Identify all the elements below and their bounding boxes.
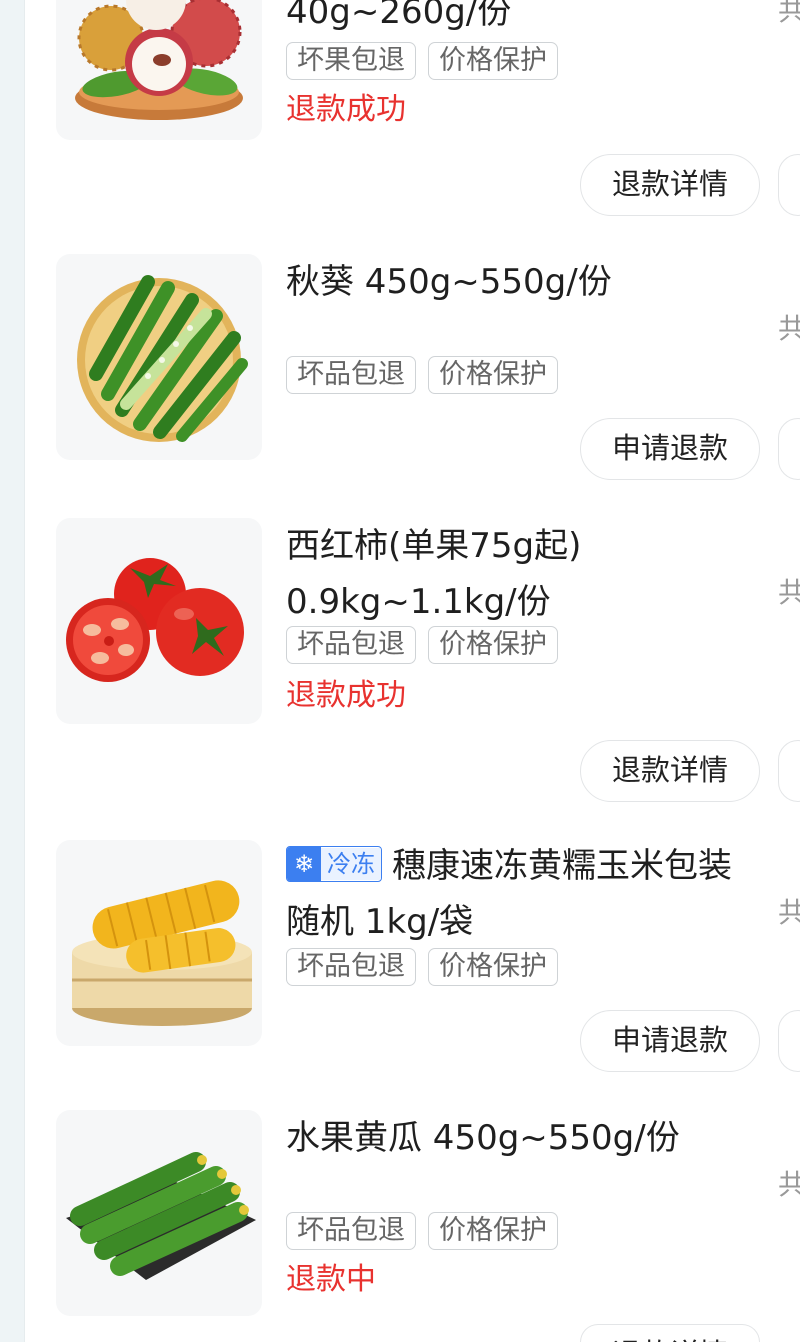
product-title: ❄ 冷冻 穗康速冻黄糯玉米包装随机 1kg/袋 [286, 838, 756, 950]
quantity-label: 共 [778, 576, 800, 609]
more-action-button[interactable] [778, 1010, 800, 1072]
frozen-label: 冷冻 [321, 847, 381, 880]
okra-image[interactable] [56, 254, 262, 460]
corn-image[interactable] [56, 840, 262, 1046]
tag-price-protection: 价格保护 [428, 626, 558, 664]
frozen-badge: ❄ 冷冻 [286, 845, 382, 882]
refund-details-button[interactable]: 退款详情 [580, 740, 760, 802]
tag-bad-product-refund: 坏品包退 [286, 1212, 416, 1250]
tag-price-protection: 价格保护 [428, 948, 558, 986]
more-action-button[interactable] [778, 740, 800, 802]
quantity-label: 共 [778, 312, 800, 345]
more-action-button[interactable] [778, 154, 800, 216]
service-tags: 坏品包退 价格保护 [286, 1212, 558, 1252]
refund-status: 退款成功 [286, 678, 406, 713]
cucumber-image[interactable] [56, 1110, 262, 1316]
lychee-image[interactable] [56, 0, 262, 140]
service-tags: 坏果包退 价格保护 [286, 42, 558, 82]
product-title: 水果黄瓜 450g~550g/份 [286, 1118, 680, 1158]
quantity-label: 共 [778, 1168, 800, 1201]
refund-details-button[interactable]: 退款详情 [580, 1324, 760, 1342]
refund-status: 退款中 [286, 1262, 376, 1297]
left-edge-divider [24, 0, 25, 1342]
service-tags: 坏品包退 价格保护 [286, 356, 558, 396]
tag-price-protection: 价格保护 [428, 356, 558, 394]
quantity-label: 共 [778, 896, 800, 929]
tag-price-protection: 价格保护 [428, 1212, 558, 1250]
tag-bad-fruit-refund: 坏果包退 [286, 42, 416, 80]
product-title: 西红柿(单果75g起) 0.9kg~1.1kg/份 [286, 526, 582, 622]
refund-status: 退款成功 [286, 92, 406, 127]
tomato-image[interactable] [56, 518, 262, 724]
product-title: 秋葵 450g~550g/份 [286, 262, 612, 302]
snowflake-icon: ❄ [287, 846, 321, 881]
refund-details-button[interactable]: 退款详情 [580, 154, 760, 216]
tag-price-protection: 价格保护 [428, 42, 558, 80]
product-title: 40g~260g/份 [286, 0, 512, 32]
tag-bad-product-refund: 坏品包退 [286, 356, 416, 394]
left-edge-panel [0, 0, 24, 1342]
quantity-label: 共 [778, 0, 800, 27]
tag-bad-product-refund: 坏品包退 [286, 948, 416, 986]
tag-bad-product-refund: 坏品包退 [286, 626, 416, 664]
service-tags: 坏品包退 价格保护 [286, 948, 558, 988]
apply-refund-button[interactable]: 申请退款 [580, 1010, 760, 1072]
more-action-button[interactable] [778, 418, 800, 480]
service-tags: 坏品包退 价格保护 [286, 626, 558, 666]
apply-refund-button[interactable]: 申请退款 [580, 418, 760, 480]
